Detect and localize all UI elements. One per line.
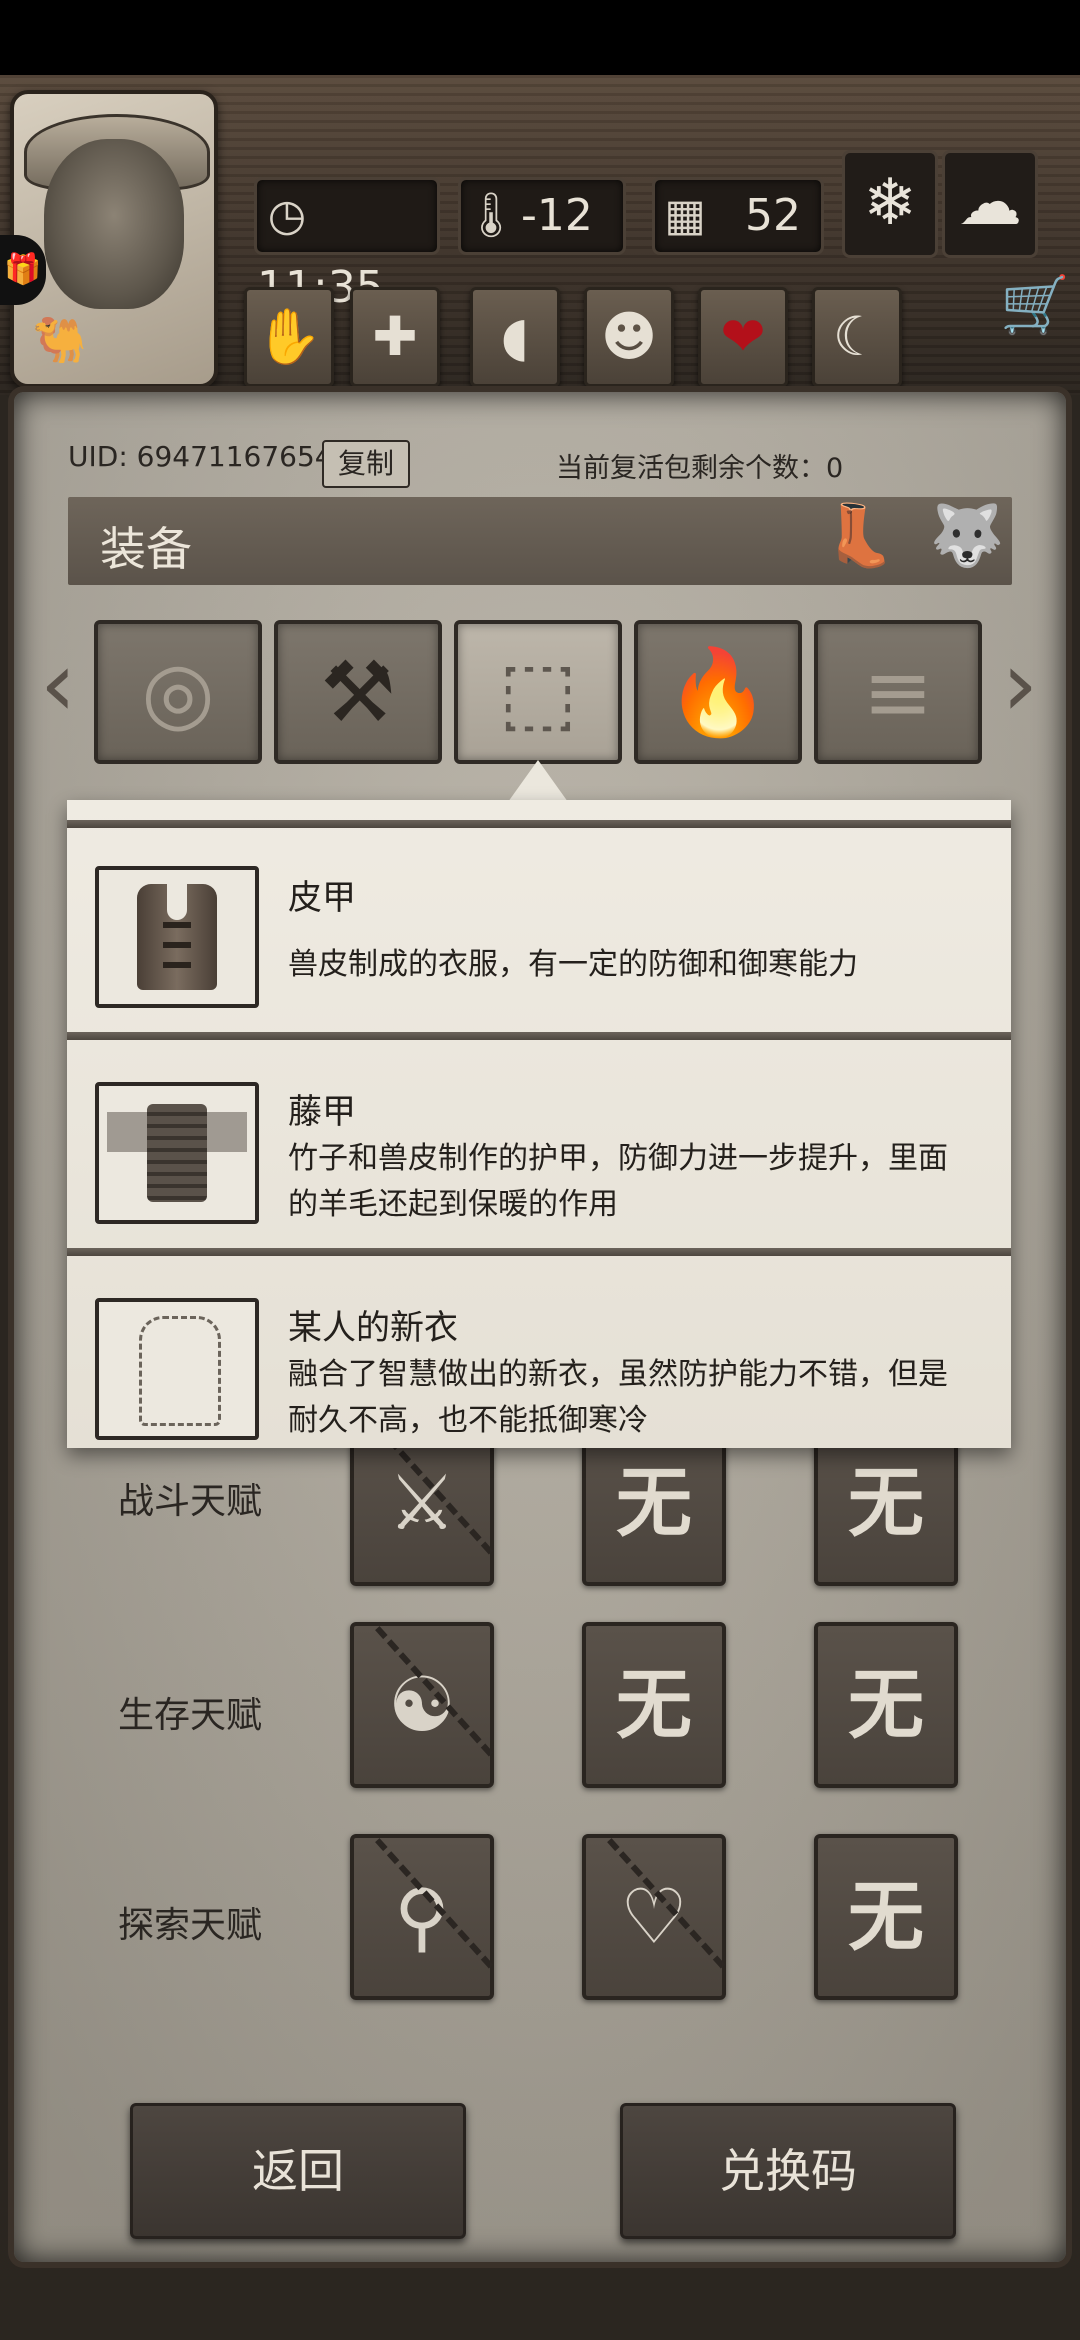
snowflake-icon[interactable]: ❄ [842,150,938,258]
copy-button[interactable]: 复制 [322,440,410,488]
popup-divider [67,820,1011,828]
wolf-icon[interactable]: 🐺 [924,500,1010,580]
back-button[interactable]: 返回 [130,2103,466,2239]
survival-talent-slot-1[interactable]: ☯ [350,1622,494,1788]
explore-talent-slot-2[interactable]: ♡ [582,1834,726,2000]
survival-talent-slot-2[interactable]: 无 [582,1622,726,1788]
chain-icon [596,1838,726,1978]
item-name: 某人的新衣 [288,1308,458,1348]
item-description: 竹子和兽皮制作的护甲，防御力进一步提升，里面的羊毛还起到保暖的作用 [288,1141,948,1222]
thermometer-icon: 🌡 [463,190,519,241]
explore-talent-slot-1[interactable]: ⚲ [350,1834,494,2000]
combat-talent-label: 战斗天赋 [118,1481,263,1522]
heart-icon[interactable]: ❤ [698,287,788,387]
axe-icon[interactable]: ⚒ [274,620,442,764]
revive-count: 当前复活包剩余个数：0 [556,453,844,484]
new-clothes-icon[interactable] [95,1298,259,1440]
chain-icon [364,1626,494,1766]
redeem-code-button[interactable]: 兑换码 [620,2103,956,2239]
head-icon[interactable]: ☻ [584,287,674,387]
day-value: 52 [745,190,801,241]
cloud-icon[interactable]: ☁ [942,150,1038,258]
day-display: ▦ 52 [652,177,824,255]
time-display: ◷11:35 [254,177,440,313]
popup-divider [67,1032,1011,1040]
status-bar [0,0,1080,75]
survival-talent-slot-3[interactable]: 无 [814,1622,958,1788]
camel-icon: 🐫 [32,315,87,366]
equipment-title: 装备 [100,522,192,576]
popup-divider [67,1248,1011,1256]
cart-icon[interactable]: 🛒 [1000,272,1070,342]
explore-talent-slot-3[interactable]: 无 [814,1834,958,2000]
stomach-icon[interactable]: ◖ [470,287,560,387]
temperature-display: 🌡-12 [458,177,626,255]
player-portrait[interactable]: 🐫 [10,90,218,388]
prev-arrow-icon[interactable]: ‹ [38,630,78,740]
clock-icon: ◷ [267,190,307,241]
leather-armor-icon[interactable] [95,866,259,1008]
health-cross-icon[interactable]: ✚ [350,287,440,387]
item-name: 皮甲 [288,878,356,918]
hand-icon[interactable]: ✋ [244,287,334,387]
uid-label: UID: 694711676540 [68,440,351,473]
explore-talent-label: 探索天赋 [118,1905,263,1946]
popup-pointer [508,760,568,802]
calendar-icon: ▦ [664,190,706,241]
moon-icon[interactable]: ☾ [812,287,902,387]
survival-talent-label: 生存天赋 [118,1695,263,1736]
item-description: 兽皮制成的衣服，有一定的防御和御寒能力 [288,947,858,982]
temperature-value: -12 [521,190,593,241]
next-arrow-icon[interactable]: › [1000,630,1040,740]
shirt-outline-icon[interactable]: ⬚ [454,620,622,764]
face-icon [44,139,184,309]
torch-icon[interactable]: 🔥 [634,620,802,764]
chain-icon [364,1838,494,1978]
rattan-armor-icon[interactable] [95,1082,259,1224]
item-description: 融合了智慧做出的新衣，虽然防护能力不错，但是耐久不高，也不能抵御寒冷 [288,1357,948,1438]
logs-icon[interactable]: ≡ [814,620,982,764]
boot-icon[interactable]: 👢 [822,500,897,580]
item-name: 藤甲 [288,1092,356,1132]
target-icon[interactable]: ◎ [94,620,262,764]
